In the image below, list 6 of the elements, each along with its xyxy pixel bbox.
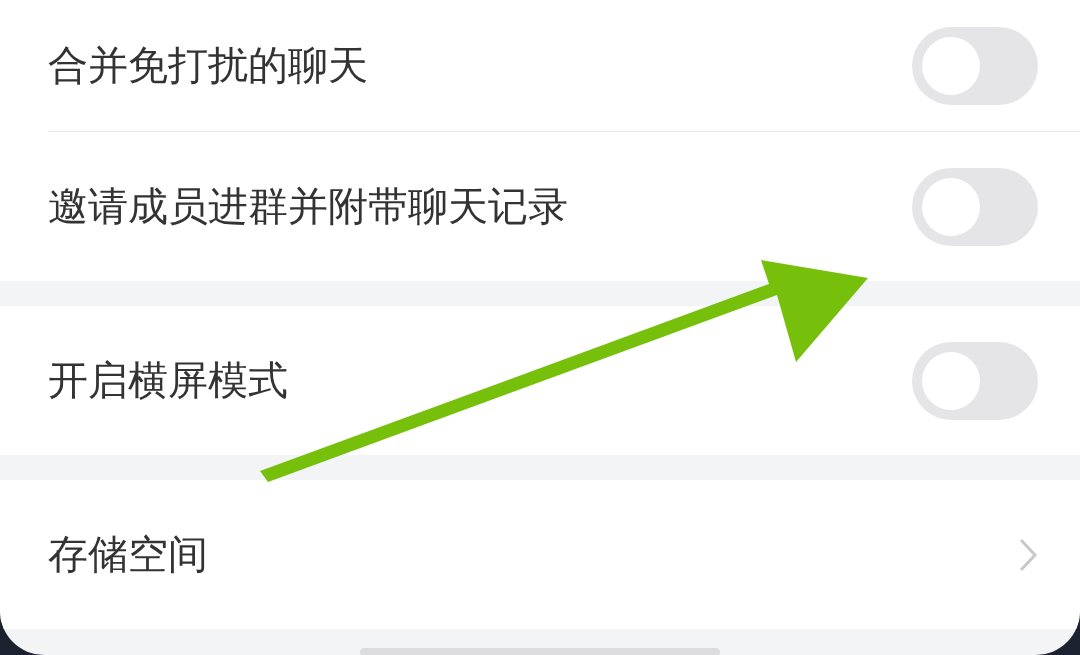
setting-label: 存储空间 bbox=[48, 530, 208, 579]
setting-label: 邀请成员进群并附带聊天记录 bbox=[48, 182, 568, 231]
setting-label: 合并免打扰的聊天 bbox=[48, 41, 368, 90]
setting-label: 开启横屏模式 bbox=[48, 356, 288, 405]
home-indicator[interactable] bbox=[360, 648, 720, 655]
chevron-right-icon bbox=[1018, 536, 1038, 573]
